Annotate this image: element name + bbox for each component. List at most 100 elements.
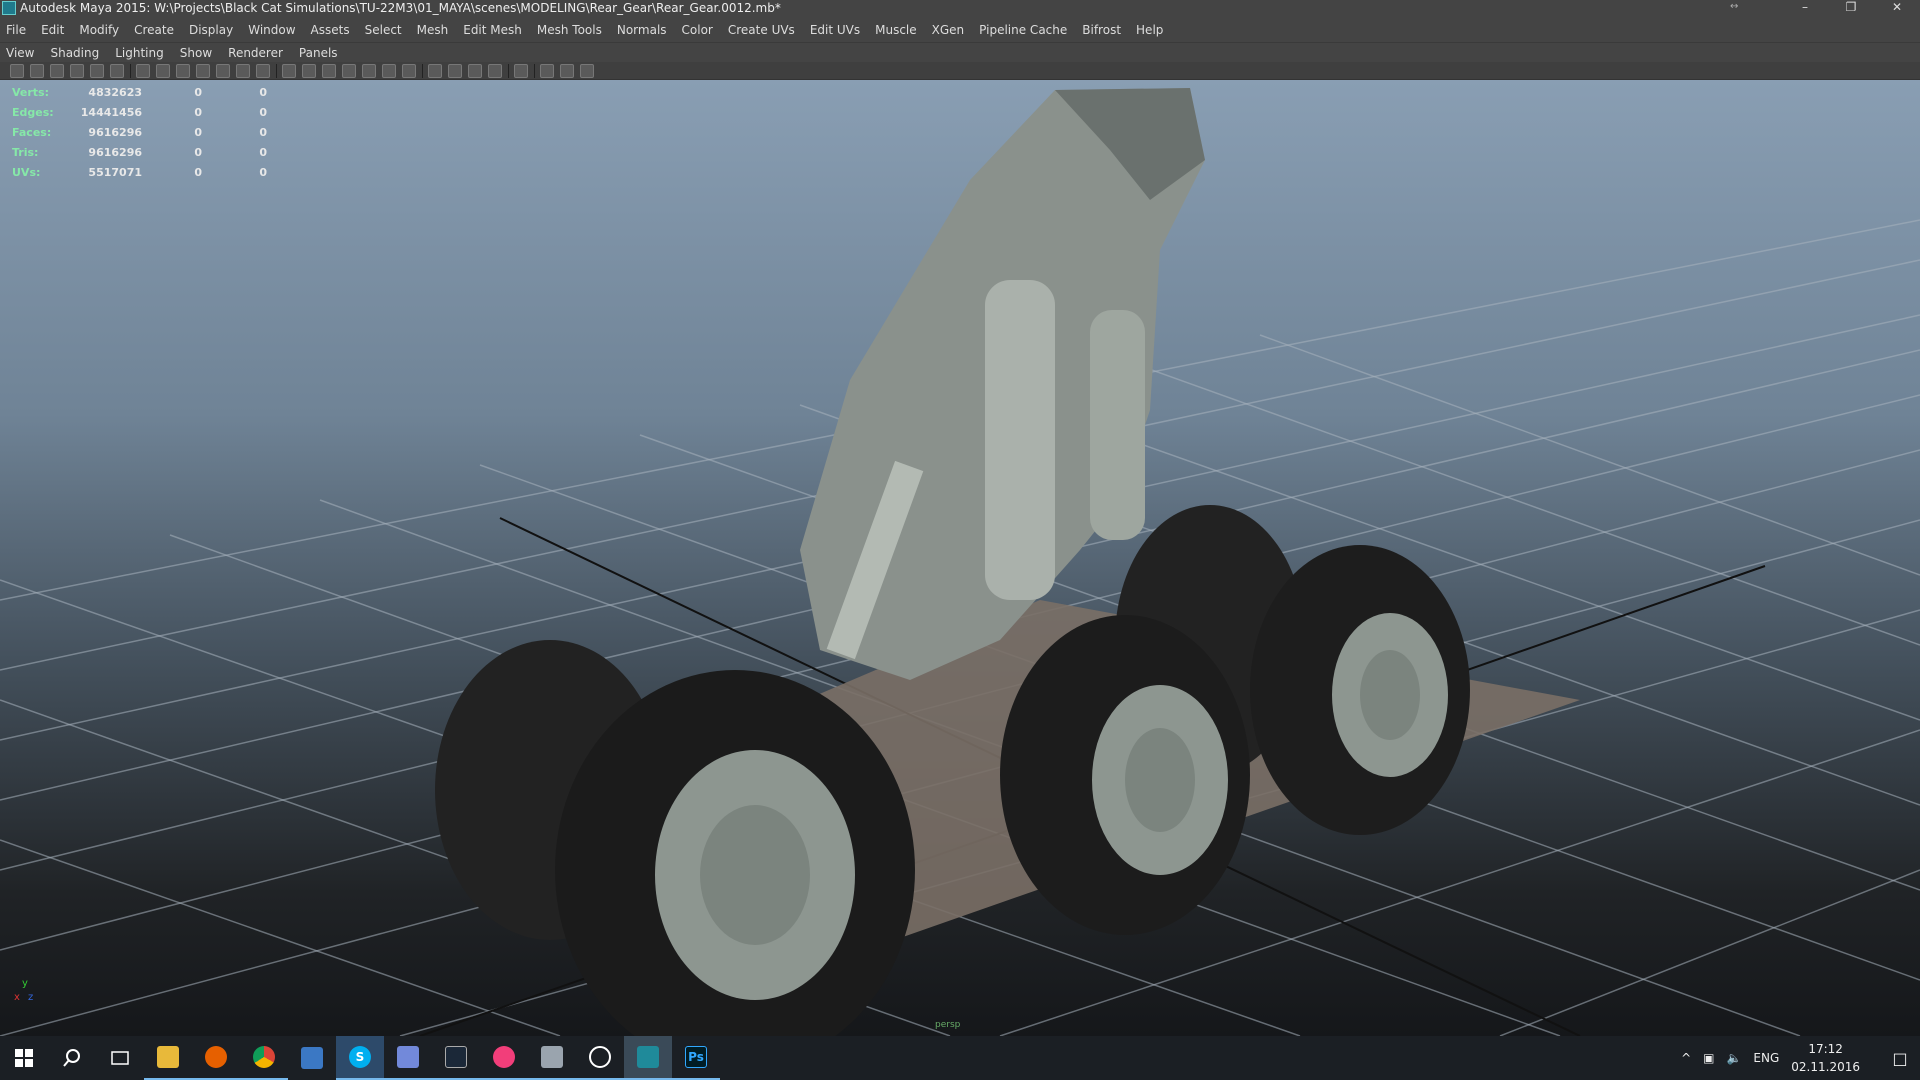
panel-menu-panels[interactable]: Panels bbox=[299, 46, 338, 60]
symmetry-icon[interactable] bbox=[580, 63, 594, 78]
shadows-icon[interactable] bbox=[402, 63, 416, 78]
taskbar-file-explorer[interactable] bbox=[144, 1036, 192, 1080]
menu-xgen[interactable]: XGen bbox=[932, 23, 965, 37]
panel-menubar: View Shading Lighting Show Renderer Pane… bbox=[0, 42, 1920, 62]
menu-color[interactable]: Color bbox=[682, 23, 713, 37]
restore-button[interactable]: ❐ bbox=[1828, 0, 1874, 16]
close-button[interactable]: ✕ bbox=[1874, 0, 1920, 16]
grease-pencil-icon[interactable] bbox=[110, 63, 124, 78]
taskbar-firefox[interactable] bbox=[192, 1036, 240, 1080]
network-icon[interactable]: ▣ bbox=[1703, 1051, 1714, 1065]
task-view-button[interactable] bbox=[96, 1036, 144, 1080]
textured-icon[interactable] bbox=[362, 63, 376, 78]
menu-mesh[interactable]: Mesh bbox=[417, 23, 449, 37]
grid-icon[interactable] bbox=[136, 63, 150, 78]
hud-row-edges: Edges: 14441456 0 0 bbox=[12, 102, 267, 122]
title-bar: Autodesk Maya 2015: W:\Projects\Black Ca… bbox=[0, 0, 1920, 16]
menu-display[interactable]: Display bbox=[189, 23, 233, 37]
search-button[interactable] bbox=[48, 1036, 96, 1080]
menu-help[interactable]: Help bbox=[1136, 23, 1163, 37]
toolbar-separator bbox=[422, 63, 423, 78]
multisample-aa-icon[interactable] bbox=[468, 63, 482, 78]
action-center-icon[interactable]: □ bbox=[1880, 1049, 1920, 1068]
search-icon bbox=[63, 1049, 80, 1067]
maya-app-icon[interactable] bbox=[2, 1, 16, 15]
field-chart-icon[interactable] bbox=[216, 63, 230, 78]
perspective-viewport[interactable]: x y z persp bbox=[0, 80, 1920, 1036]
isolate-select-icon[interactable] bbox=[514, 63, 528, 78]
toolbar-separator bbox=[508, 63, 509, 78]
taskbar-steam[interactable] bbox=[432, 1036, 480, 1080]
menu-pipeline-cache[interactable]: Pipeline Cache bbox=[979, 23, 1067, 37]
menu-assets[interactable]: Assets bbox=[311, 23, 350, 37]
system-tray: ^ ▣ 🔈 ENG 17:12 02.11.2016 □ bbox=[1681, 1036, 1920, 1080]
taskbar-skype[interactable]: S bbox=[336, 1036, 384, 1080]
wireframe-on-shaded-icon[interactable] bbox=[322, 63, 336, 78]
xray-active-components-icon[interactable] bbox=[560, 63, 574, 78]
menu-edit-uvs[interactable]: Edit UVs bbox=[810, 23, 860, 37]
menu-edit-mesh[interactable]: Edit Mesh bbox=[463, 23, 522, 37]
hud-row-faces: Faces: 9616296 0 0 bbox=[12, 122, 267, 142]
ambient-occlusion-icon[interactable] bbox=[428, 63, 442, 78]
menu-file[interactable]: File bbox=[6, 23, 26, 37]
menu-muscle[interactable]: Muscle bbox=[875, 23, 917, 37]
hud-value-total: 5517071 bbox=[88, 165, 142, 179]
hud-value-selected: 0 bbox=[194, 145, 202, 159]
bookmarks-icon[interactable] bbox=[50, 63, 64, 78]
menu-mesh-tools[interactable]: Mesh Tools bbox=[537, 23, 602, 37]
select-camera-icon[interactable] bbox=[10, 63, 24, 78]
panel-menu-renderer[interactable]: Renderer bbox=[228, 46, 283, 60]
menu-edit[interactable]: Edit bbox=[41, 23, 64, 37]
resolution-gate-icon[interactable] bbox=[176, 63, 190, 78]
depth-of-field-icon[interactable] bbox=[488, 63, 502, 78]
clock[interactable]: 17:12 02.11.2016 bbox=[1791, 1040, 1860, 1076]
menu-create-uvs[interactable]: Create UVs bbox=[728, 23, 795, 37]
safe-action-icon[interactable] bbox=[236, 63, 250, 78]
panel-menu-lighting[interactable]: Lighting bbox=[115, 46, 164, 60]
taskbar-mail[interactable] bbox=[528, 1036, 576, 1080]
hud-value-component: 0 bbox=[259, 105, 267, 119]
camera-attributes-icon[interactable] bbox=[30, 63, 44, 78]
hud-row-tris: Tris: 9616296 0 0 bbox=[12, 142, 267, 162]
hud-value-selected: 0 bbox=[194, 85, 202, 99]
windows-start-button[interactable] bbox=[0, 1036, 48, 1080]
safe-title-icon[interactable] bbox=[256, 63, 270, 78]
menu-modify[interactable]: Modify bbox=[79, 23, 119, 37]
menu-window[interactable]: Window bbox=[248, 23, 295, 37]
xray-joints-icon[interactable] bbox=[540, 63, 554, 78]
taskbar-itunes[interactable] bbox=[480, 1036, 528, 1080]
2d-pan-zoom-icon[interactable] bbox=[90, 63, 104, 78]
taskbar-app-shell[interactable] bbox=[288, 1036, 336, 1080]
wireframe-icon[interactable] bbox=[282, 63, 296, 78]
mail-icon bbox=[541, 1046, 563, 1068]
menu-select[interactable]: Select bbox=[365, 23, 402, 37]
firefox-icon bbox=[205, 1046, 227, 1068]
image-plane-icon[interactable] bbox=[70, 63, 84, 78]
gate-mask-icon[interactable] bbox=[196, 63, 210, 78]
resize-grip-icon[interactable]: ↔ bbox=[1730, 1, 1738, 12]
taskbar-sync[interactable] bbox=[576, 1036, 624, 1080]
taskbar-chrome[interactable] bbox=[240, 1036, 288, 1080]
taskbar-maya[interactable] bbox=[624, 1036, 672, 1080]
motion-blur-icon[interactable] bbox=[448, 63, 462, 78]
panel-menu-shading[interactable]: Shading bbox=[50, 46, 99, 60]
panel-menu-view[interactable]: View bbox=[6, 46, 34, 60]
menu-bifrost[interactable]: Bifrost bbox=[1082, 23, 1121, 37]
tray-chevron-icon[interactable]: ^ bbox=[1681, 1051, 1691, 1065]
clock-date: 02.11.2016 bbox=[1791, 1060, 1860, 1074]
use-all-lights-icon[interactable] bbox=[382, 63, 396, 78]
menu-normals[interactable]: Normals bbox=[617, 23, 667, 37]
menu-create[interactable]: Create bbox=[134, 23, 174, 37]
minimize-button[interactable]: – bbox=[1782, 0, 1828, 16]
film-gate-icon[interactable] bbox=[156, 63, 170, 78]
xray-icon[interactable] bbox=[342, 63, 356, 78]
taskbar-discord[interactable] bbox=[384, 1036, 432, 1080]
panel-menu-show[interactable]: Show bbox=[180, 46, 212, 60]
language-indicator[interactable]: ENG bbox=[1753, 1051, 1779, 1065]
volume-icon[interactable]: 🔈 bbox=[1726, 1051, 1741, 1065]
hud-label: Verts: bbox=[12, 85, 50, 99]
smooth-shade-icon[interactable] bbox=[302, 63, 316, 78]
sync-icon bbox=[589, 1046, 611, 1068]
taskbar-photoshop[interactable]: Ps bbox=[672, 1036, 720, 1080]
toolbar-separator bbox=[130, 63, 131, 78]
